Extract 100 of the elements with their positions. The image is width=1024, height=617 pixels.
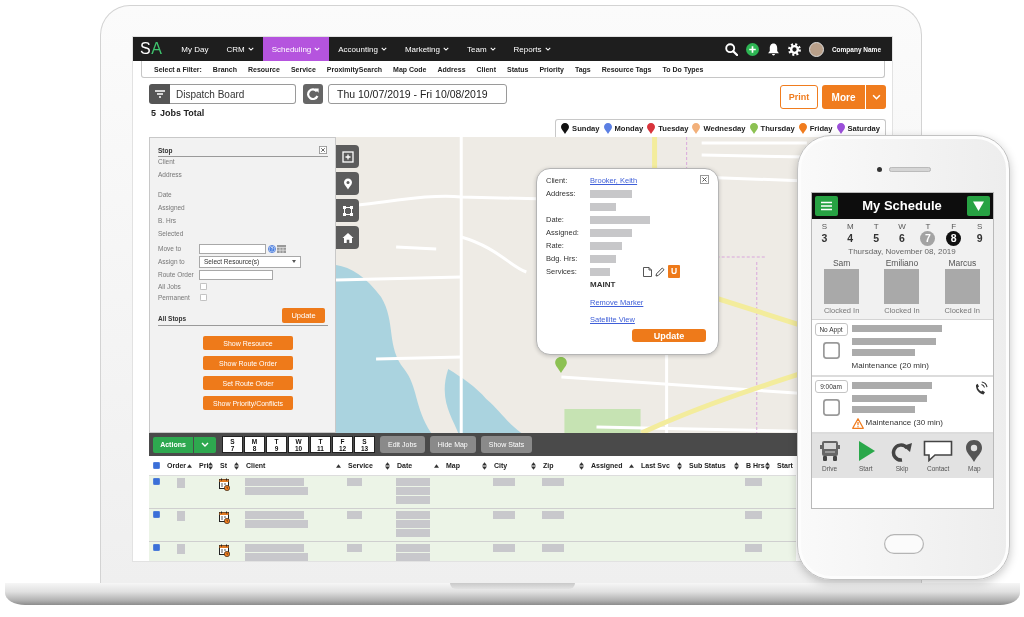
- calendar-icon[interactable]: [277, 244, 286, 253]
- nav-tab[interactable]: My Day: [172, 37, 218, 61]
- day-number[interactable]: 4: [842, 230, 858, 246]
- filter-icon: [154, 90, 165, 98]
- speaker-icon: [888, 167, 931, 172]
- checkbox[interactable]: [822, 341, 840, 359]
- settings-icon[interactable]: [787, 42, 801, 56]
- sort-icon: [765, 461, 770, 470]
- day-number[interactable]: 9: [972, 230, 988, 246]
- day-number[interactable]: 5: [868, 230, 884, 246]
- redacted-text: [590, 254, 616, 263]
- redacted-text: [590, 228, 632, 237]
- weekday-label: S: [821, 221, 828, 231]
- sort-icon: [208, 461, 214, 470]
- search-icon[interactable]: [724, 42, 738, 56]
- home-button[interactable]: [336, 226, 359, 249]
- checkbox[interactable]: [822, 398, 840, 416]
- more-dropdown-button[interactable]: [866, 85, 886, 109]
- jobs-total-label: Jobs Total: [160, 109, 205, 118]
- redacted-text: [590, 215, 650, 224]
- photo-placeholder[interactable]: [884, 268, 920, 304]
- select-all-checkbox[interactable]: [153, 462, 160, 469]
- photo-placeholder[interactable]: [824, 268, 860, 304]
- redacted-text: [347, 511, 362, 519]
- service-label: Maintenance (20 min): [851, 360, 929, 371]
- nav-tab[interactable]: Accounting: [329, 37, 396, 61]
- chevron-down-icon: [443, 47, 449, 51]
- help-icon[interactable]: [268, 244, 276, 253]
- close-icon[interactable]: [319, 146, 327, 154]
- phone-icon[interactable]: [973, 380, 988, 396]
- redacted-text: [347, 544, 362, 552]
- document-icon[interactable]: [643, 266, 652, 277]
- actions-dropdown-button[interactable]: [194, 436, 216, 453]
- weekday-label: M: [846, 221, 854, 231]
- dropdown-button[interactable]: [966, 195, 990, 216]
- map-marker-icon[interactable]: [555, 357, 567, 373]
- redacted-text: [542, 544, 564, 552]
- redacted-text: [745, 478, 762, 486]
- nav-tab[interactable]: CRM: [217, 37, 263, 61]
- menu-button[interactable]: [814, 195, 838, 216]
- chevron-down-icon: [544, 47, 551, 51]
- route-order-input[interactable]: [199, 269, 273, 280]
- day-number[interactable]: 6: [894, 230, 910, 246]
- chevron-down-icon: [247, 47, 254, 51]
- sort-ascending-icon: [434, 463, 439, 468]
- view-select[interactable]: Dispatch Board: [170, 84, 296, 104]
- pencil-icon[interactable]: [655, 266, 665, 277]
- chevron-down-icon: [314, 47, 321, 51]
- logo[interactable]: SA: [133, 37, 173, 61]
- refresh-button[interactable]: [303, 84, 323, 104]
- select-area-button[interactable]: [336, 199, 359, 222]
- redacted-text: [177, 544, 185, 554]
- nav-tab[interactable]: Marketing: [395, 37, 458, 61]
- add-icon[interactable]: [745, 42, 759, 56]
- checkbox[interactable]: [200, 294, 207, 301]
- plus-square-icon: [341, 150, 354, 163]
- close-icon[interactable]: [700, 175, 709, 184]
- date-range-field[interactable]: Thu 10/07/2019 - Fri 10/08/2019: [328, 84, 507, 104]
- staff-name: Sam: [832, 257, 851, 268]
- jobs-count: 5: [151, 109, 156, 118]
- calendar-clock-icon: [219, 544, 230, 557]
- locate-button[interactable]: [336, 172, 359, 195]
- day-number[interactable]: 8: [946, 230, 962, 246]
- redacted-text: [493, 544, 515, 552]
- chevron-down-icon: [380, 47, 387, 51]
- nav-tab[interactable]: Reports: [504, 37, 560, 61]
- redacted-text: [590, 202, 616, 211]
- move-to-input[interactable]: [199, 243, 266, 254]
- day-number[interactable]: 3: [816, 230, 832, 246]
- zoom-button[interactable]: [336, 145, 359, 168]
- row-checkbox[interactable]: [153, 511, 160, 518]
- date-heading: Thursday, November 08, 2019: [847, 246, 957, 257]
- nav-tab[interactable]: Scheduling: [262, 37, 330, 61]
- chevron-down-icon: [871, 94, 881, 100]
- redacted-text: [851, 405, 915, 413]
- calendar-clock-icon: [219, 511, 230, 524]
- sort-icon: [531, 461, 536, 470]
- nav-tab[interactable]: Team: [458, 37, 505, 61]
- service-code: MAINT: [589, 279, 617, 291]
- row-checkbox[interactable]: [153, 544, 160, 551]
- service-label: Maintenance (30 min): [865, 418, 943, 428]
- checkbox[interactable]: [200, 283, 207, 290]
- speech-bubble-icon: [923, 439, 954, 462]
- redacted-text: [851, 348, 915, 356]
- filter-button[interactable]: [149, 84, 170, 104]
- redacted-text: [542, 478, 564, 486]
- weekday-label: T: [925, 221, 931, 231]
- photo-placeholder[interactable]: [944, 268, 980, 304]
- weekday-label: W: [898, 221, 906, 231]
- staff-name: Marcus: [948, 257, 977, 268]
- user-avatar[interactable]: [808, 41, 824, 57]
- redacted-text: [745, 511, 762, 519]
- map-pin-icon: [341, 177, 354, 190]
- caret-down-icon: [292, 260, 296, 263]
- sort-icon: [579, 461, 584, 470]
- row-checkbox[interactable]: [153, 478, 160, 485]
- menu-icon: [820, 200, 832, 211]
- bell-icon[interactable]: [766, 42, 780, 56]
- weekday-label: T: [873, 221, 879, 231]
- sort-icon: [677, 461, 682, 470]
